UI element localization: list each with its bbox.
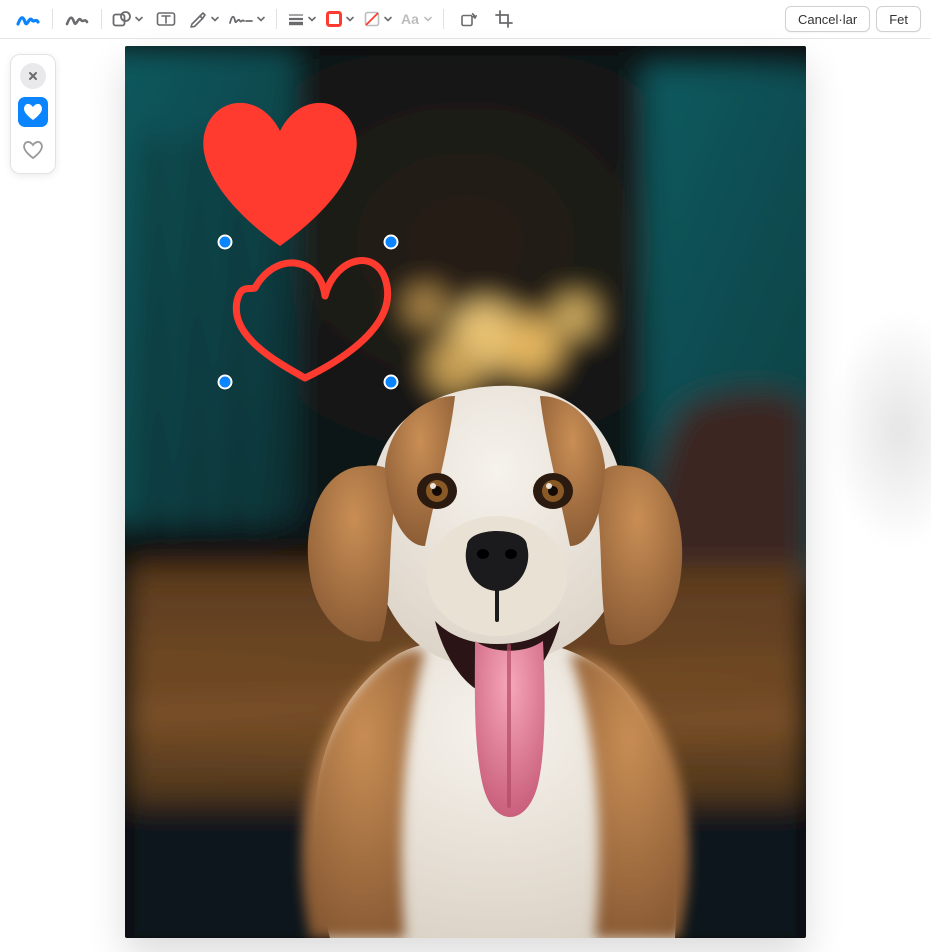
draw-tool[interactable] xyxy=(59,5,95,33)
close-icon xyxy=(27,70,39,82)
done-button[interactable]: Fet xyxy=(876,6,921,32)
text-style-tool[interactable]: Aa xyxy=(397,5,437,33)
selection-handle-br[interactable] xyxy=(384,375,399,390)
selection-handle-tr[interactable] xyxy=(384,235,399,250)
heart-outline-icon xyxy=(22,140,44,160)
chevron-down-icon xyxy=(134,14,144,24)
separator xyxy=(52,9,53,29)
chevron-down-icon xyxy=(210,14,220,24)
cancel-button[interactable]: Cancel·lar xyxy=(785,6,870,32)
photo-svg xyxy=(125,46,806,938)
chevron-down-icon xyxy=(307,14,317,24)
chevron-down-icon xyxy=(383,14,393,24)
sign-tool[interactable] xyxy=(224,5,270,33)
rotate-icon xyxy=(459,10,477,28)
palette-close-button[interactable] xyxy=(20,63,46,89)
sketch-suggestion-palette[interactable] xyxy=(10,54,56,174)
stroke-color-icon xyxy=(325,10,343,28)
separator xyxy=(276,9,277,29)
separator xyxy=(443,9,444,29)
selection-handle-bl[interactable] xyxy=(218,375,233,390)
scribble-icon xyxy=(16,10,40,28)
shapes-icon xyxy=(112,10,132,28)
textbox-icon xyxy=(156,10,176,28)
line-weight-icon xyxy=(287,10,305,28)
crop-icon xyxy=(495,10,513,28)
markup-toolbar: Aa Cancel·lar Fet xyxy=(0,0,931,39)
highlight-tool[interactable] xyxy=(184,5,224,33)
signature-icon xyxy=(228,10,254,28)
scribble-outline-icon xyxy=(65,10,89,28)
image-canvas[interactable] xyxy=(125,46,806,938)
fill-color-icon xyxy=(363,10,381,28)
chevron-down-icon xyxy=(345,14,355,24)
rotate-tool[interactable] xyxy=(450,5,486,33)
highlighter-icon xyxy=(188,10,208,28)
sketch-tool[interactable] xyxy=(10,5,46,33)
stroke-color-tool[interactable] xyxy=(321,5,359,33)
separator xyxy=(101,9,102,29)
heart-filled-icon xyxy=(22,102,44,122)
selection-handle-tl[interactable] xyxy=(218,235,233,250)
text-style-icon: Aa xyxy=(401,10,421,28)
fill-color-tool[interactable] xyxy=(359,5,397,33)
chevron-down-icon xyxy=(423,14,433,24)
svg-text:Aa: Aa xyxy=(401,11,419,27)
palette-option-filled-heart[interactable] xyxy=(18,97,48,127)
canvas-shadow xyxy=(800,260,931,600)
palette-option-outline-heart[interactable] xyxy=(18,135,48,165)
shapes-tool[interactable] xyxy=(108,5,148,33)
line-style-tool[interactable] xyxy=(283,5,321,33)
markup-window: Aa Cancel·lar Fet xyxy=(0,0,931,952)
text-tool[interactable] xyxy=(148,5,184,33)
crop-tool[interactable] xyxy=(486,5,522,33)
chevron-down-icon xyxy=(256,14,266,24)
